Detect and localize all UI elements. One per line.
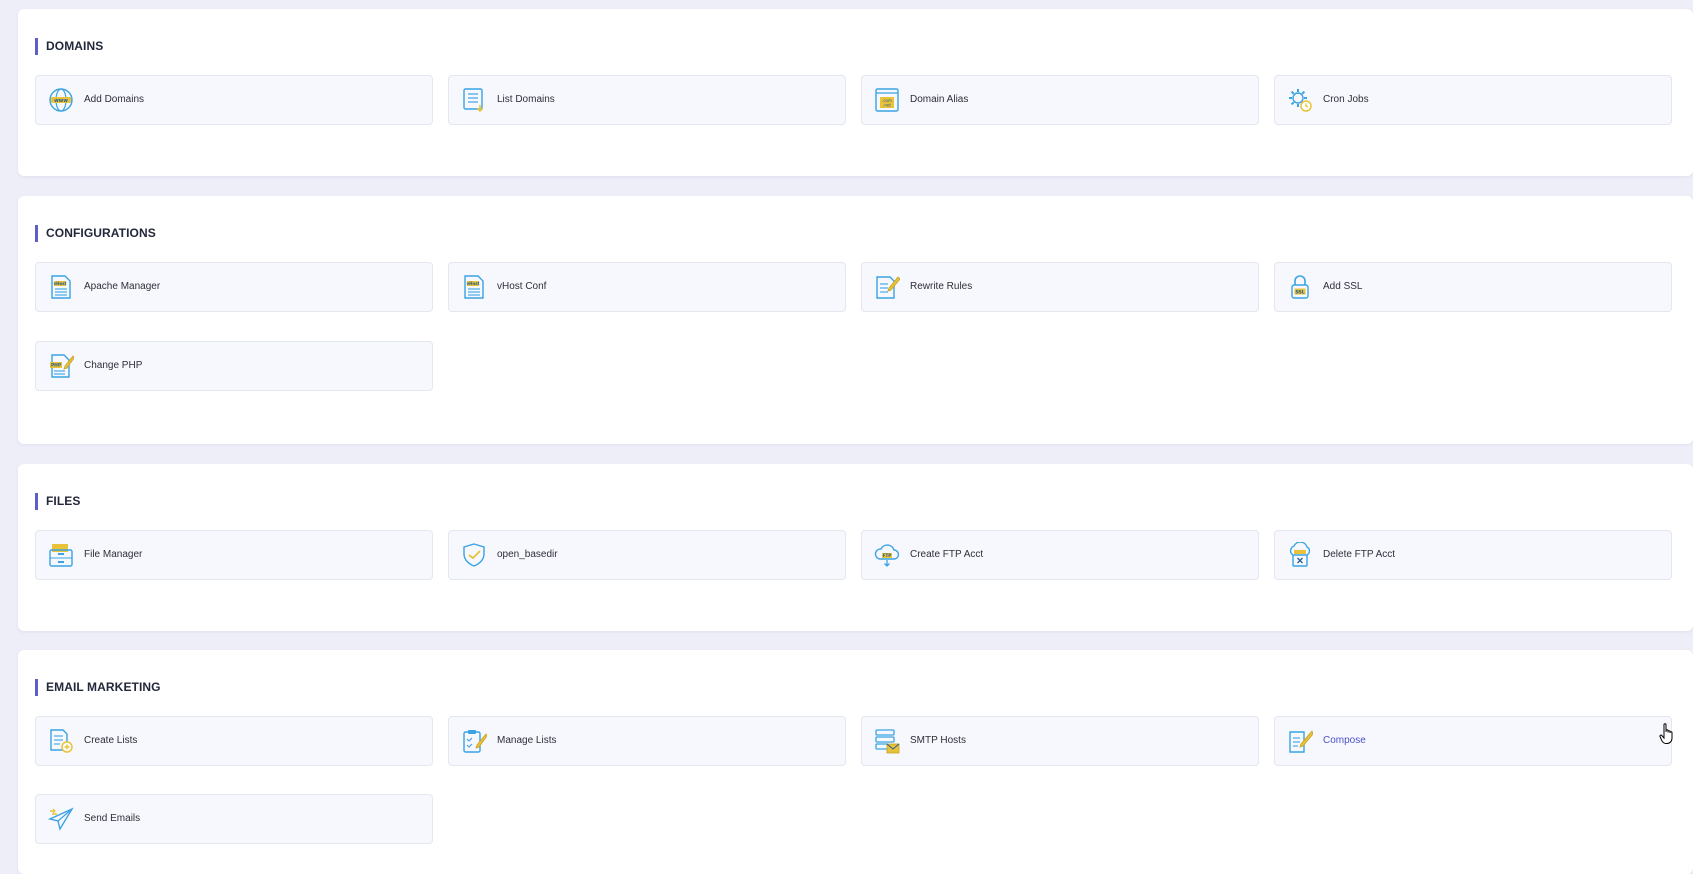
change-php-button[interactable]: PHP Change PHP [35,341,433,391]
section-title: EMAIL MARKETING [35,679,161,696]
svg-text:FTP: FTP [883,553,891,558]
ftp-delete-icon [1287,542,1313,568]
card-label: Compose [1323,735,1366,746]
svg-text:.net: .net [883,103,891,108]
delete-ftp-acct-button[interactable]: Delete FTP Acct [1274,530,1672,580]
dashboard-page: DOMAINS www Add Domains List Domains .co… [0,0,1693,874]
open-basedir-button[interactable]: open_basedir [448,530,846,580]
cron-jobs-button[interactable]: Cron Jobs [1274,75,1672,125]
vhost-document-icon: vHost [461,274,487,300]
card-label: Create FTP Acct [910,549,984,560]
list-document-icon [461,87,487,113]
php-document-icon: PHP [48,353,74,379]
vhost-document-icon: vHost [48,274,74,300]
card-label: vHost Conf [497,281,547,292]
list-add-icon [48,728,74,754]
svg-text:vHost: vHost [54,281,67,286]
create-ftp-acct-button[interactable]: FTP Create FTP Acct [861,530,1259,580]
apache-manager-button[interactable]: vHost Apache Manager [35,262,433,312]
svg-text:PHP: PHP [51,363,62,369]
section-title: FILES [35,493,81,510]
list-domains-button[interactable]: List Domains [448,75,846,125]
card-label: Send Emails [84,813,141,824]
section-title: CONFIGURATIONS [35,225,156,242]
gear-clock-icon [1287,87,1313,113]
card-label: Domain Alias [910,94,969,105]
svg-text:SSL: SSL [1295,289,1304,295]
card-label: Change PHP [84,360,143,371]
compose-pencil-icon [1287,728,1313,754]
svg-text:vHost: vHost [467,281,480,286]
file-manager-button[interactable]: File Manager [35,530,433,580]
section-files: FILES File Manager open_basedir FTP Crea… [18,464,1693,631]
send-emails-button[interactable]: Send Emails [35,794,433,844]
section-email-marketing: EMAIL MARKETING Create Lists Manage List… [18,650,1693,874]
card-label: SMTP Hosts [910,735,966,746]
ftp-cloud-icon: FTP [874,542,900,568]
section-configurations: CONFIGURATIONS vHost Apache Manager vHos… [18,196,1693,444]
hand-cursor-icon [1659,723,1675,745]
paper-plane-icon [48,806,74,832]
vhost-conf-button[interactable]: vHost vHost Conf [448,262,846,312]
card-label: Rewrite Rules [910,281,973,292]
smtp-server-icon [874,728,900,754]
card-label: Delete FTP Acct [1323,549,1396,560]
compose-button[interactable]: Compose [1274,716,1672,766]
card-label: Add SSL [1323,281,1363,292]
domain-alias-icon: .com .net [874,87,900,113]
card-label: File Manager [84,549,143,560]
file-cabinet-icon [48,542,74,568]
clipboard-pencil-icon [461,728,487,754]
card-label: Create Lists [84,735,138,746]
rewrite-rules-button[interactable]: Rewrite Rules [861,262,1259,312]
add-domains-button[interactable]: www Add Domains [35,75,433,125]
section-title: DOMAINS [35,38,103,55]
card-label: Cron Jobs [1323,94,1369,105]
card-label: List Domains [497,94,555,105]
smtp-hosts-button[interactable]: SMTP Hosts [861,716,1259,766]
www-globe-icon: www [48,87,74,113]
document-pencil-icon [874,274,900,300]
card-label: open_basedir [497,549,558,560]
card-label: Manage Lists [497,735,557,746]
card-label: Apache Manager [84,281,161,292]
svg-text:www: www [54,98,68,104]
add-ssl-button[interactable]: SSL Add SSL [1274,262,1672,312]
create-lists-button[interactable]: Create Lists [35,716,433,766]
section-domains: DOMAINS www Add Domains List Domains .co… [18,9,1693,176]
card-label: Add Domains [84,94,145,105]
manage-lists-button[interactable]: Manage Lists [448,716,846,766]
shield-icon [461,542,487,568]
domain-alias-button[interactable]: .com .net Domain Alias [861,75,1259,125]
ssl-lock-icon: SSL [1287,274,1313,300]
